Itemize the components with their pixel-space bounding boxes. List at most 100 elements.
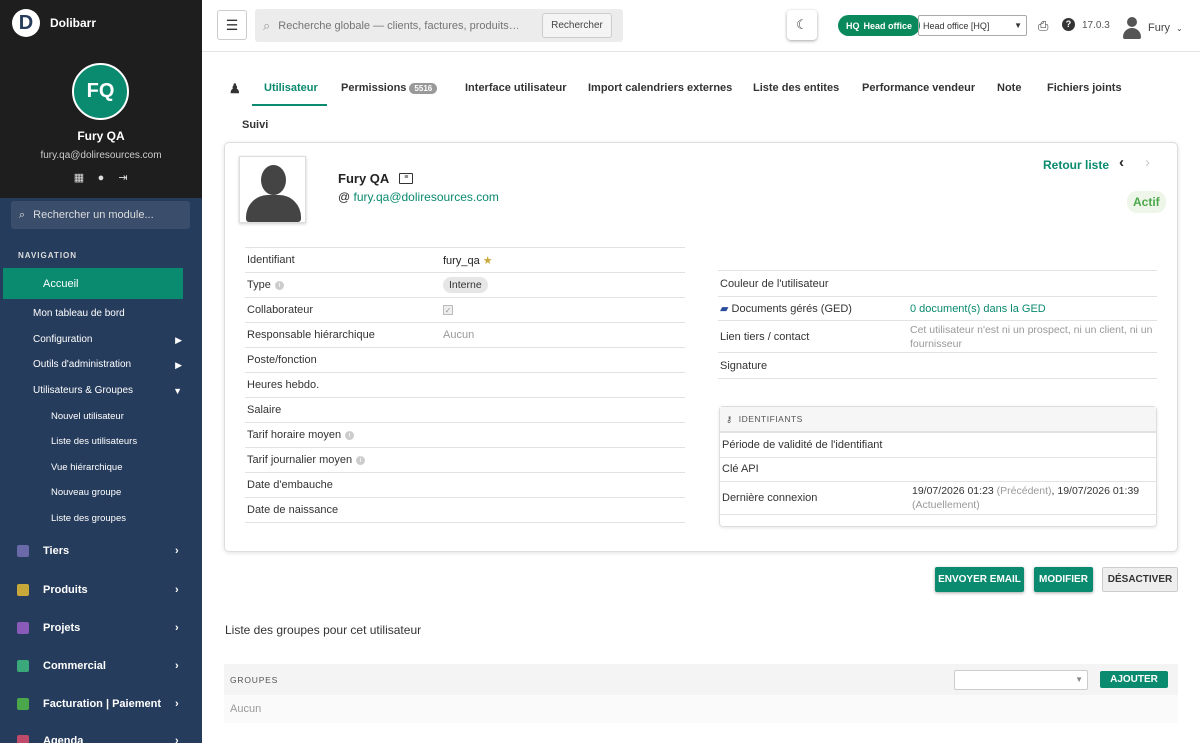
nav-item-outils-admin[interactable]: Outils d'administration — [33, 359, 131, 370]
nav-item-dashboard[interactable]: Mon tableau de bord — [33, 308, 125, 319]
field-row: Tarif horaire moyen i — [245, 422, 685, 448]
user-avatar[interactable]: FQ — [72, 63, 129, 120]
entity-select[interactable]: Head office [HQ] ▼ — [918, 15, 1027, 36]
nav-item-configuration[interactable]: Configuration — [33, 334, 92, 345]
entity-select-value: Head office [HQ] — [923, 20, 990, 31]
field-label: Signature — [718, 352, 908, 379]
nav-item-accueil[interactable]: Accueil — [3, 268, 183, 299]
tab-suivi[interactable]: Suivi — [242, 119, 268, 131]
previous-record-button[interactable]: ‹ — [1119, 154, 1124, 171]
vcard-icon[interactable]: ≡ — [399, 173, 414, 184]
nav-sub-group-list[interactable]: Liste des groupes — [51, 513, 126, 524]
entity-badge-name: Head office — [863, 20, 913, 31]
chevron-right-icon: › — [175, 584, 179, 596]
back-to-list-link[interactable]: Retour liste — [1043, 158, 1109, 172]
search-icon: ⌕ — [19, 208, 26, 221]
active-tab-indicator — [252, 104, 327, 106]
logout-icon[interactable]: ⇥ — [117, 172, 129, 184]
validity-label: Période de validité de l'identifiant — [722, 439, 883, 451]
nav-sub-new-group[interactable]: Nouveau groupe — [51, 487, 121, 498]
nav-module-tiers[interactable]: Tiers › — [0, 541, 202, 561]
entity-badge-code: HQ — [846, 20, 860, 31]
dark-mode-toggle[interactable]: ☾ — [787, 10, 817, 40]
app-logo[interactable]: D — [12, 9, 40, 37]
modify-button[interactable]: MODIFIER — [1034, 567, 1093, 592]
user-photo[interactable] — [239, 156, 306, 223]
tab-bar: ♟ Utilisateur Permissions 5516 Interface … — [202, 52, 1200, 142]
module-search-input[interactable]: ⌕ Rechercher un module... — [11, 201, 190, 229]
chevron-right-icon: › — [175, 622, 179, 634]
tab-import-calendriers[interactable]: Import calendriers externes — [588, 82, 732, 94]
nav-module-projets[interactable]: Projets › — [0, 618, 202, 638]
user-tab-icon[interactable]: ♟ — [229, 81, 241, 97]
tab-performance[interactable]: Performance vendeur — [862, 82, 975, 94]
global-search-button[interactable]: Rechercher — [542, 13, 612, 38]
top-bar: ☰ ⌕ Rechercher ☾ HQ Head office Head off… — [202, 0, 1200, 52]
field-label: Heures hebdo. — [245, 372, 441, 398]
user-menu[interactable]: Fury ⌄ — [1122, 17, 1183, 39]
tab-utilisateur[interactable]: Utilisateur — [264, 82, 318, 94]
search-icon: ⌕ — [263, 17, 271, 33]
send-email-button[interactable]: ENVOYER EMAIL — [935, 567, 1024, 592]
sidebar-user-email: fury.qa@doliresources.com — [40, 150, 162, 161]
nav-module-agenda[interactable]: Agenda › — [0, 731, 202, 743]
info-icon[interactable]: i — [345, 430, 355, 440]
field-label: Lien tiers / contact — [718, 320, 908, 353]
chevron-down-icon: ▼ — [1014, 21, 1022, 30]
nav-item-users-groups[interactable]: Utilisateurs & Groupes — [33, 385, 133, 396]
app-name: Dolibarr — [50, 16, 97, 30]
last-login-cur-date: 19/07/2026 01:39 — [1057, 485, 1140, 497]
nav-title: NAVIGATION — [18, 251, 78, 260]
nav-module-facturation[interactable]: Facturation | Paiement › — [0, 694, 202, 714]
field-row: Heures hebdo. — [245, 372, 685, 398]
help-icon[interactable]: ? — [1062, 18, 1075, 31]
chevron-down-icon: ▼ — [173, 386, 182, 396]
field-row: ▰ Documents gérés (GED) 0 document(s) dan… — [718, 296, 1157, 321]
info-icon[interactable]: i — [356, 455, 366, 465]
api-key-row: Clé API — [720, 457, 1156, 481]
dashboard-icon[interactable]: ▦ — [73, 172, 85, 184]
hamburger-icon: ☰ — [225, 16, 239, 33]
tab-interface[interactable]: Interface utilisateur — [465, 82, 566, 94]
groups-empty-text: Aucun — [230, 703, 262, 715]
tab-note[interactable]: Note — [997, 82, 1021, 94]
field-value — [441, 347, 685, 373]
tab-fichiers[interactable]: Fichiers joints — [1047, 82, 1122, 94]
next-record-button[interactable]: › — [1145, 154, 1150, 171]
menu-toggle-button[interactable]: ☰ — [217, 10, 247, 40]
chevron-down-icon: ⌄ — [1176, 23, 1183, 33]
sidebar-user-panel: D Dolibarr FQ Fury QA fury.qa@doliresour… — [0, 0, 202, 198]
global-search-input[interactable] — [278, 19, 519, 32]
info-icon[interactable]: i — [274, 280, 284, 290]
status-badge: Actif — [1127, 191, 1166, 213]
print-icon[interactable]: ⎙ — [1038, 18, 1048, 34]
permissions-count-badge: 5516 — [409, 82, 438, 94]
tab-permissions[interactable]: Permissions 5516 — [341, 82, 438, 94]
entity-badge[interactable]: HQ Head office — [838, 15, 921, 36]
group-select[interactable]: ▼ — [954, 670, 1088, 690]
field-label: Responsable hiérarchique — [245, 322, 441, 348]
user-name: Fury QA — [338, 171, 390, 186]
field-label: ▰ Documents gérés (GED) — [718, 296, 908, 321]
user-icon[interactable]: ● — [95, 172, 107, 184]
field-row: Tarif journalier moyen i — [245, 447, 685, 473]
user-email-link[interactable]: @ fury.qa@doliresources.com — [338, 190, 499, 204]
chevron-right-icon: › — [175, 545, 179, 557]
agenda-icon — [17, 735, 29, 743]
nav-sub-hierarchy[interactable]: Vue hiérarchique — [51, 462, 122, 473]
tab-entites[interactable]: Liste des entites — [753, 82, 839, 94]
ged-link[interactable]: 0 document(s) dans la GED — [908, 296, 1157, 321]
add-group-button[interactable]: AJOUTER — [1100, 671, 1168, 688]
user-email: fury.qa@doliresources.com — [353, 190, 499, 204]
moon-icon: ☾ — [796, 17, 808, 32]
nav-sub-user-list[interactable]: Liste des utilisateurs — [51, 436, 137, 447]
field-value: fury_qa ★ — [441, 247, 685, 273]
field-value — [908, 352, 1157, 379]
last-login-value: 19/07/2026 01:23 (Précédent), 19/07/2026… — [912, 485, 1140, 511]
field-row: Signature — [718, 352, 1157, 379]
nav-module-commercial[interactable]: Commercial › — [0, 656, 202, 676]
nav-module-produits[interactable]: Produits › — [0, 580, 202, 600]
field-row: Salaire — [245, 397, 685, 423]
nav-sub-new-user[interactable]: Nouvel utilisateur — [51, 411, 124, 422]
deactivate-button[interactable]: DÉSACTIVER — [1102, 567, 1178, 592]
